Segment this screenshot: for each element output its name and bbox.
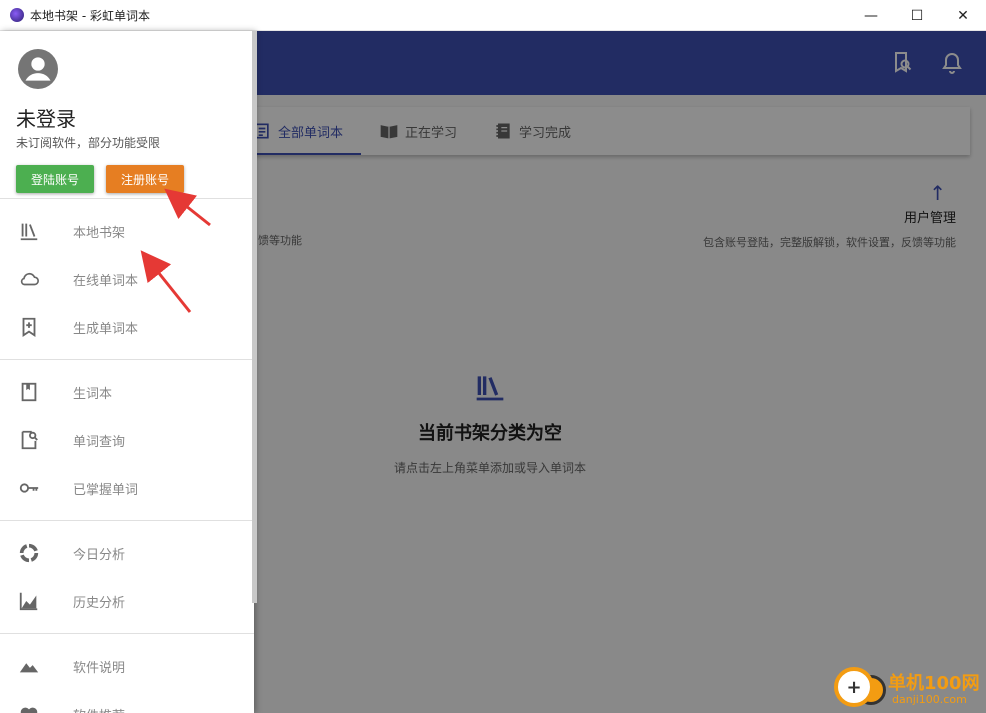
- menu-item-label: 生成单词本: [73, 321, 139, 337]
- mountain-icon: [19, 663, 39, 673]
- close-button[interactable]: ✕: [940, 0, 986, 31]
- pie-icon: [19, 543, 39, 563]
- menu-item-new-words[interactable]: 生词本: [0, 368, 254, 416]
- menu-item-online-wordbook[interactable]: 在线单词本: [0, 255, 254, 303]
- menu-group-analysis: 今日分析 历史分析: [0, 521, 254, 634]
- bookmark-add-icon: [22, 317, 36, 337]
- search-doc-icon: [21, 430, 38, 450]
- menu-group-shelf: 本地书架 在线单词本 生成单词本: [0, 199, 254, 360]
- register-button[interactable]: 注册账号: [106, 165, 184, 193]
- user-name: 未登录: [16, 107, 76, 131]
- profile-section: 未登录 未订阅软件，部分功能受限 登陆账号 注册账号: [0, 31, 254, 199]
- menu-item-label: 已掌握单词: [73, 482, 139, 498]
- area-chart-icon: [19, 592, 38, 611]
- navigation-drawer: 未登录 未订阅软件，部分功能受限 登陆账号 注册账号 本地书架 在线单词本 生成…: [0, 31, 254, 713]
- watermark-logo: +: [834, 667, 874, 707]
- menu-item-label: 在线单词本: [73, 273, 139, 289]
- window-titlebar: 本地书架 - 彩虹单词本 — ☐ ✕: [0, 0, 986, 31]
- drawer-scrollbar[interactable]: [252, 31, 257, 603]
- watermark-text: 单机100网: [888, 673, 980, 694]
- key-icon: [19, 483, 39, 493]
- window-controls: — ☐ ✕: [848, 0, 986, 31]
- heart-icon: [20, 707, 38, 713]
- menu-item-label: 软件说明: [73, 660, 126, 676]
- menu-item-local-shelf[interactable]: 本地书架: [0, 207, 254, 255]
- menu-item-label: 今日分析: [73, 547, 126, 563]
- menu-item-word-lookup[interactable]: 单词查询: [0, 416, 254, 464]
- library-icon: [20, 223, 38, 241]
- menu-item-mastered-words[interactable]: 已掌握单词: [0, 464, 254, 512]
- menu-item-history-analysis[interactable]: 历史分析: [0, 577, 254, 625]
- login-button[interactable]: 登陆账号: [16, 165, 94, 193]
- menu-item-software-guide[interactable]: 软件说明: [0, 642, 254, 690]
- menu-item-label: 单词查询: [73, 434, 126, 450]
- menu-item-label: 历史分析: [73, 595, 126, 611]
- app-icon: [10, 8, 24, 22]
- minimize-button[interactable]: —: [848, 0, 894, 31]
- menu-group-words: 生词本 单词查询 已掌握单词: [0, 360, 254, 521]
- menu-item-today-analysis[interactable]: 今日分析: [0, 529, 254, 577]
- menu-item-label: 本地书架: [73, 225, 126, 241]
- menu-item-software-recommend[interactable]: 软件推荐: [0, 690, 254, 713]
- menu-item-label: 软件推荐: [73, 705, 125, 713]
- maximize-button[interactable]: ☐: [894, 0, 940, 31]
- user-subscription-status: 未订阅软件，部分功能受限: [16, 136, 161, 150]
- window-title: 本地书架 - 彩虹单词本: [30, 8, 150, 23]
- book-icon: [21, 382, 37, 402]
- cloud-icon: [20, 272, 39, 286]
- watermark: + 单机100网 danji100.com: [826, 663, 986, 713]
- watermark-url: danji100.com: [892, 693, 967, 706]
- menu-item-generate-wordbook[interactable]: 生成单词本: [0, 303, 254, 351]
- menu-item-label: 生词本: [73, 386, 113, 402]
- menu-group-about: 软件说明 软件推荐: [0, 634, 254, 713]
- avatar[interactable]: [18, 49, 58, 89]
